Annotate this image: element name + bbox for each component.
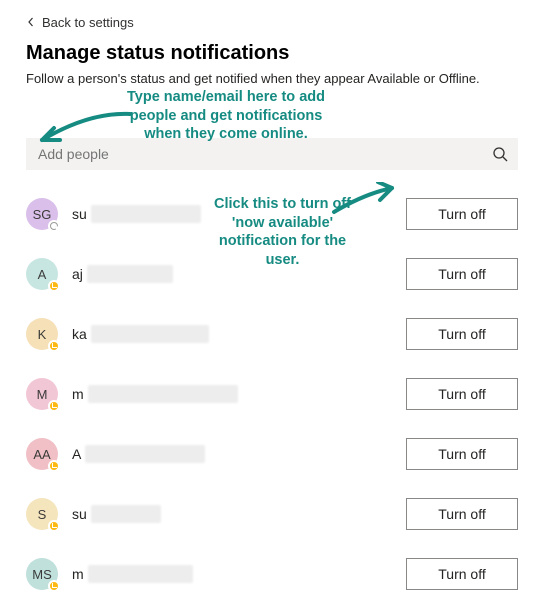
away-presence-icon [48,520,60,532]
person-row: Ssu Turn off [26,498,518,530]
avatar: AA [26,438,58,470]
redacted-name [88,385,238,403]
turn-off-button[interactable]: Turn off [406,318,518,350]
redacted-name [85,445,205,463]
person-row: Aaj Turn off [26,258,518,290]
away-presence-icon [48,460,60,472]
person-name: ka [72,325,392,343]
add-people-search[interactable] [26,138,518,170]
turn-off-button[interactable]: Turn off [406,198,518,230]
person-name: m [72,565,392,583]
page-description: Follow a person's status and get notifie… [26,71,518,86]
person-name: A [72,445,392,463]
turn-off-button[interactable]: Turn off [406,498,518,530]
chevron-left-icon [26,17,36,27]
avatar: A [26,258,58,290]
away-presence-icon [48,280,60,292]
avatar: SG [26,198,58,230]
redacted-name [87,265,173,283]
person-row: SG su Turn off [26,198,518,230]
turn-off-button[interactable]: Turn off [406,558,518,590]
offline-presence-icon [48,220,60,232]
person-name: m [72,385,392,403]
person-name: su [72,205,392,223]
person-name: aj [72,265,392,283]
name-fragment: m [72,386,84,402]
name-fragment: m [72,566,84,582]
name-fragment: ka [72,326,87,342]
turn-off-button[interactable]: Turn off [406,378,518,410]
person-name: su [72,505,392,523]
away-presence-icon [48,580,60,592]
back-to-settings-link[interactable]: Back to settings [26,15,134,30]
person-row: Kka Turn off [26,318,518,350]
avatar: K [26,318,58,350]
away-presence-icon [48,340,60,352]
name-fragment: su [72,506,87,522]
search-icon [492,146,508,162]
page-title: Manage status notifications [26,42,518,65]
name-fragment: A [72,446,81,462]
person-row: MS m Turn off [26,558,518,590]
avatar: MS [26,558,58,590]
redacted-name [88,565,193,583]
back-label: Back to settings [42,15,134,30]
turn-off-button[interactable]: Turn off [406,438,518,470]
name-fragment: su [72,206,87,222]
turn-off-button[interactable]: Turn off [406,258,518,290]
person-row: Mm Turn off [26,378,518,410]
person-row: AAATurn off [26,438,518,470]
avatar: S [26,498,58,530]
redacted-name [91,325,209,343]
name-fragment: aj [72,266,83,282]
redacted-name [91,205,201,223]
avatar: M [26,378,58,410]
redacted-name [91,505,161,523]
away-presence-icon [48,400,60,412]
add-people-input[interactable] [36,145,480,163]
